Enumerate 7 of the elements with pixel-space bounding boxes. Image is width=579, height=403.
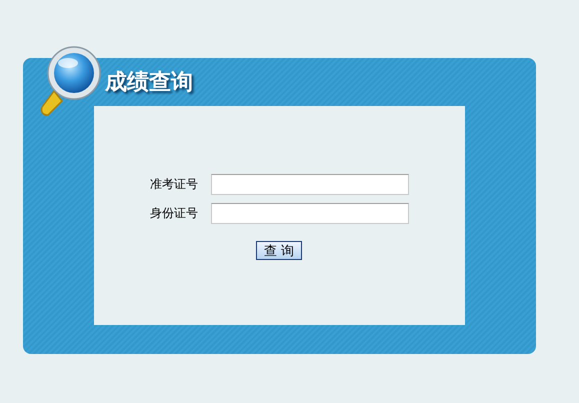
query-button[interactable]: 查 询 (256, 241, 302, 260)
magnifier-icon (38, 45, 102, 119)
field-label: 准考证号 (149, 176, 198, 193)
page-title: 成绩查询 (105, 69, 193, 97)
field-label: 身份证号 (149, 205, 198, 222)
input-field[interactable] (211, 174, 409, 195)
input-field[interactable] (211, 203, 409, 224)
